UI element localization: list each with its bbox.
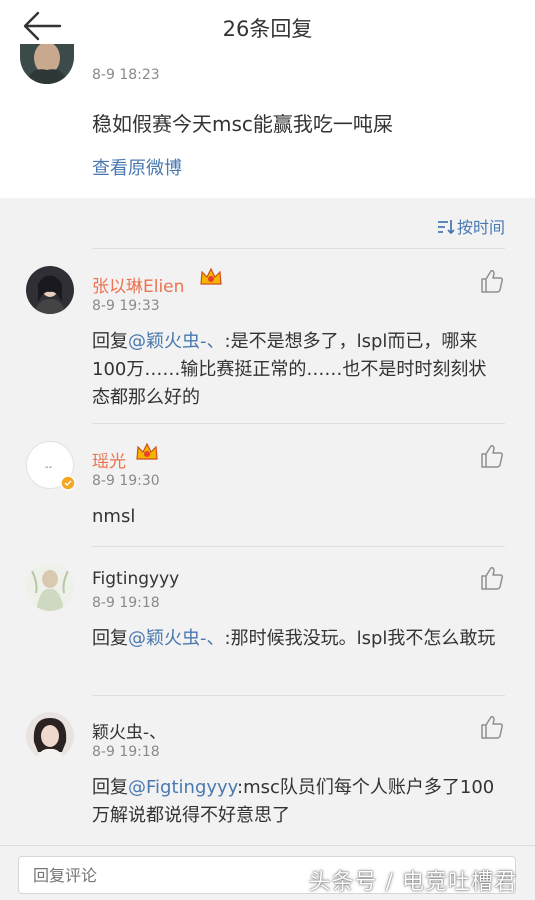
sort-label: 按时间 [456,218,505,237]
divider [92,546,505,547]
comment-text: 回复@颖火虫-、:那时候我没玩。lspl我不怎么敢玩 [92,625,499,653]
commenter-name[interactable]: 瑶光 [92,447,126,472]
post-time: 8-9 18:23 [92,67,160,83]
comment-time: 8-9 19:33 [92,298,160,314]
thumbs-up-icon[interactable] [479,714,505,740]
watermark: 头条号 / 电竞吐槽君 [308,870,517,895]
reply-prefix: 回复 [92,777,128,798]
commenter-name[interactable]: Figtingyyy [92,569,179,589]
vip-crown-icon [200,267,222,285]
svg-text:--: -- [45,462,53,473]
verified-badge-icon [60,475,76,491]
mention-link[interactable]: @Figtingyyy [128,777,237,798]
reply-prefix: 回复 [92,628,128,649]
avatar[interactable] [26,563,74,611]
comment-time: 8-9 19:18 [92,744,160,760]
commenter-name[interactable]: 张以琳Elien [92,272,184,297]
thumbs-up-icon[interactable] [479,268,505,294]
sort-icon [437,220,455,235]
comment-time: 8-9 19:30 [92,473,160,489]
vip-crown-icon [136,442,158,460]
post-text: 稳如假赛今天msc能赢我吃一吨屎 [92,112,393,136]
avatar[interactable] [26,712,74,760]
mention-link[interactable]: @颖火虫-、 [128,331,225,352]
avatar[interactable] [20,44,74,84]
thumbs-up-icon[interactable] [479,565,505,591]
avatar[interactable] [26,266,74,314]
top-nav-bar: 26条回复 [0,0,535,52]
sort-by-time-button[interactable]: 按时间 [437,214,505,238]
mention-link[interactable]: @颖火虫-、 [128,628,225,649]
comment-text: 回复@颖火虫-、:是不是想多了，lspl而已，哪来100万……输比赛挺正常的……… [92,328,499,412]
divider [92,248,505,249]
comment-text: nmsl [92,503,499,531]
comment-body: nmsl [92,506,136,527]
thumbs-up-icon[interactable] [479,443,505,469]
view-original-link[interactable]: 查看原微博 [92,154,182,180]
comment-time: 8-9 19:18 [92,595,160,611]
comment-text: 回复@Figtingyyy:msc队员们每个人账户多了100万解说都说得不好意思… [92,774,499,830]
reply-prefix: 回复 [92,331,128,352]
original-post: 8-9 18:23 稳如假赛今天msc能赢我吃一吨屎 查看原微博 [0,44,535,198]
commenter-name[interactable]: 颖火虫-、 [92,718,166,743]
divider [92,423,505,424]
comment-body: :那时候我没玩。lspl我不怎么敢玩 [224,628,496,649]
page-title: 26条回复 [222,17,313,41]
divider [92,695,505,696]
